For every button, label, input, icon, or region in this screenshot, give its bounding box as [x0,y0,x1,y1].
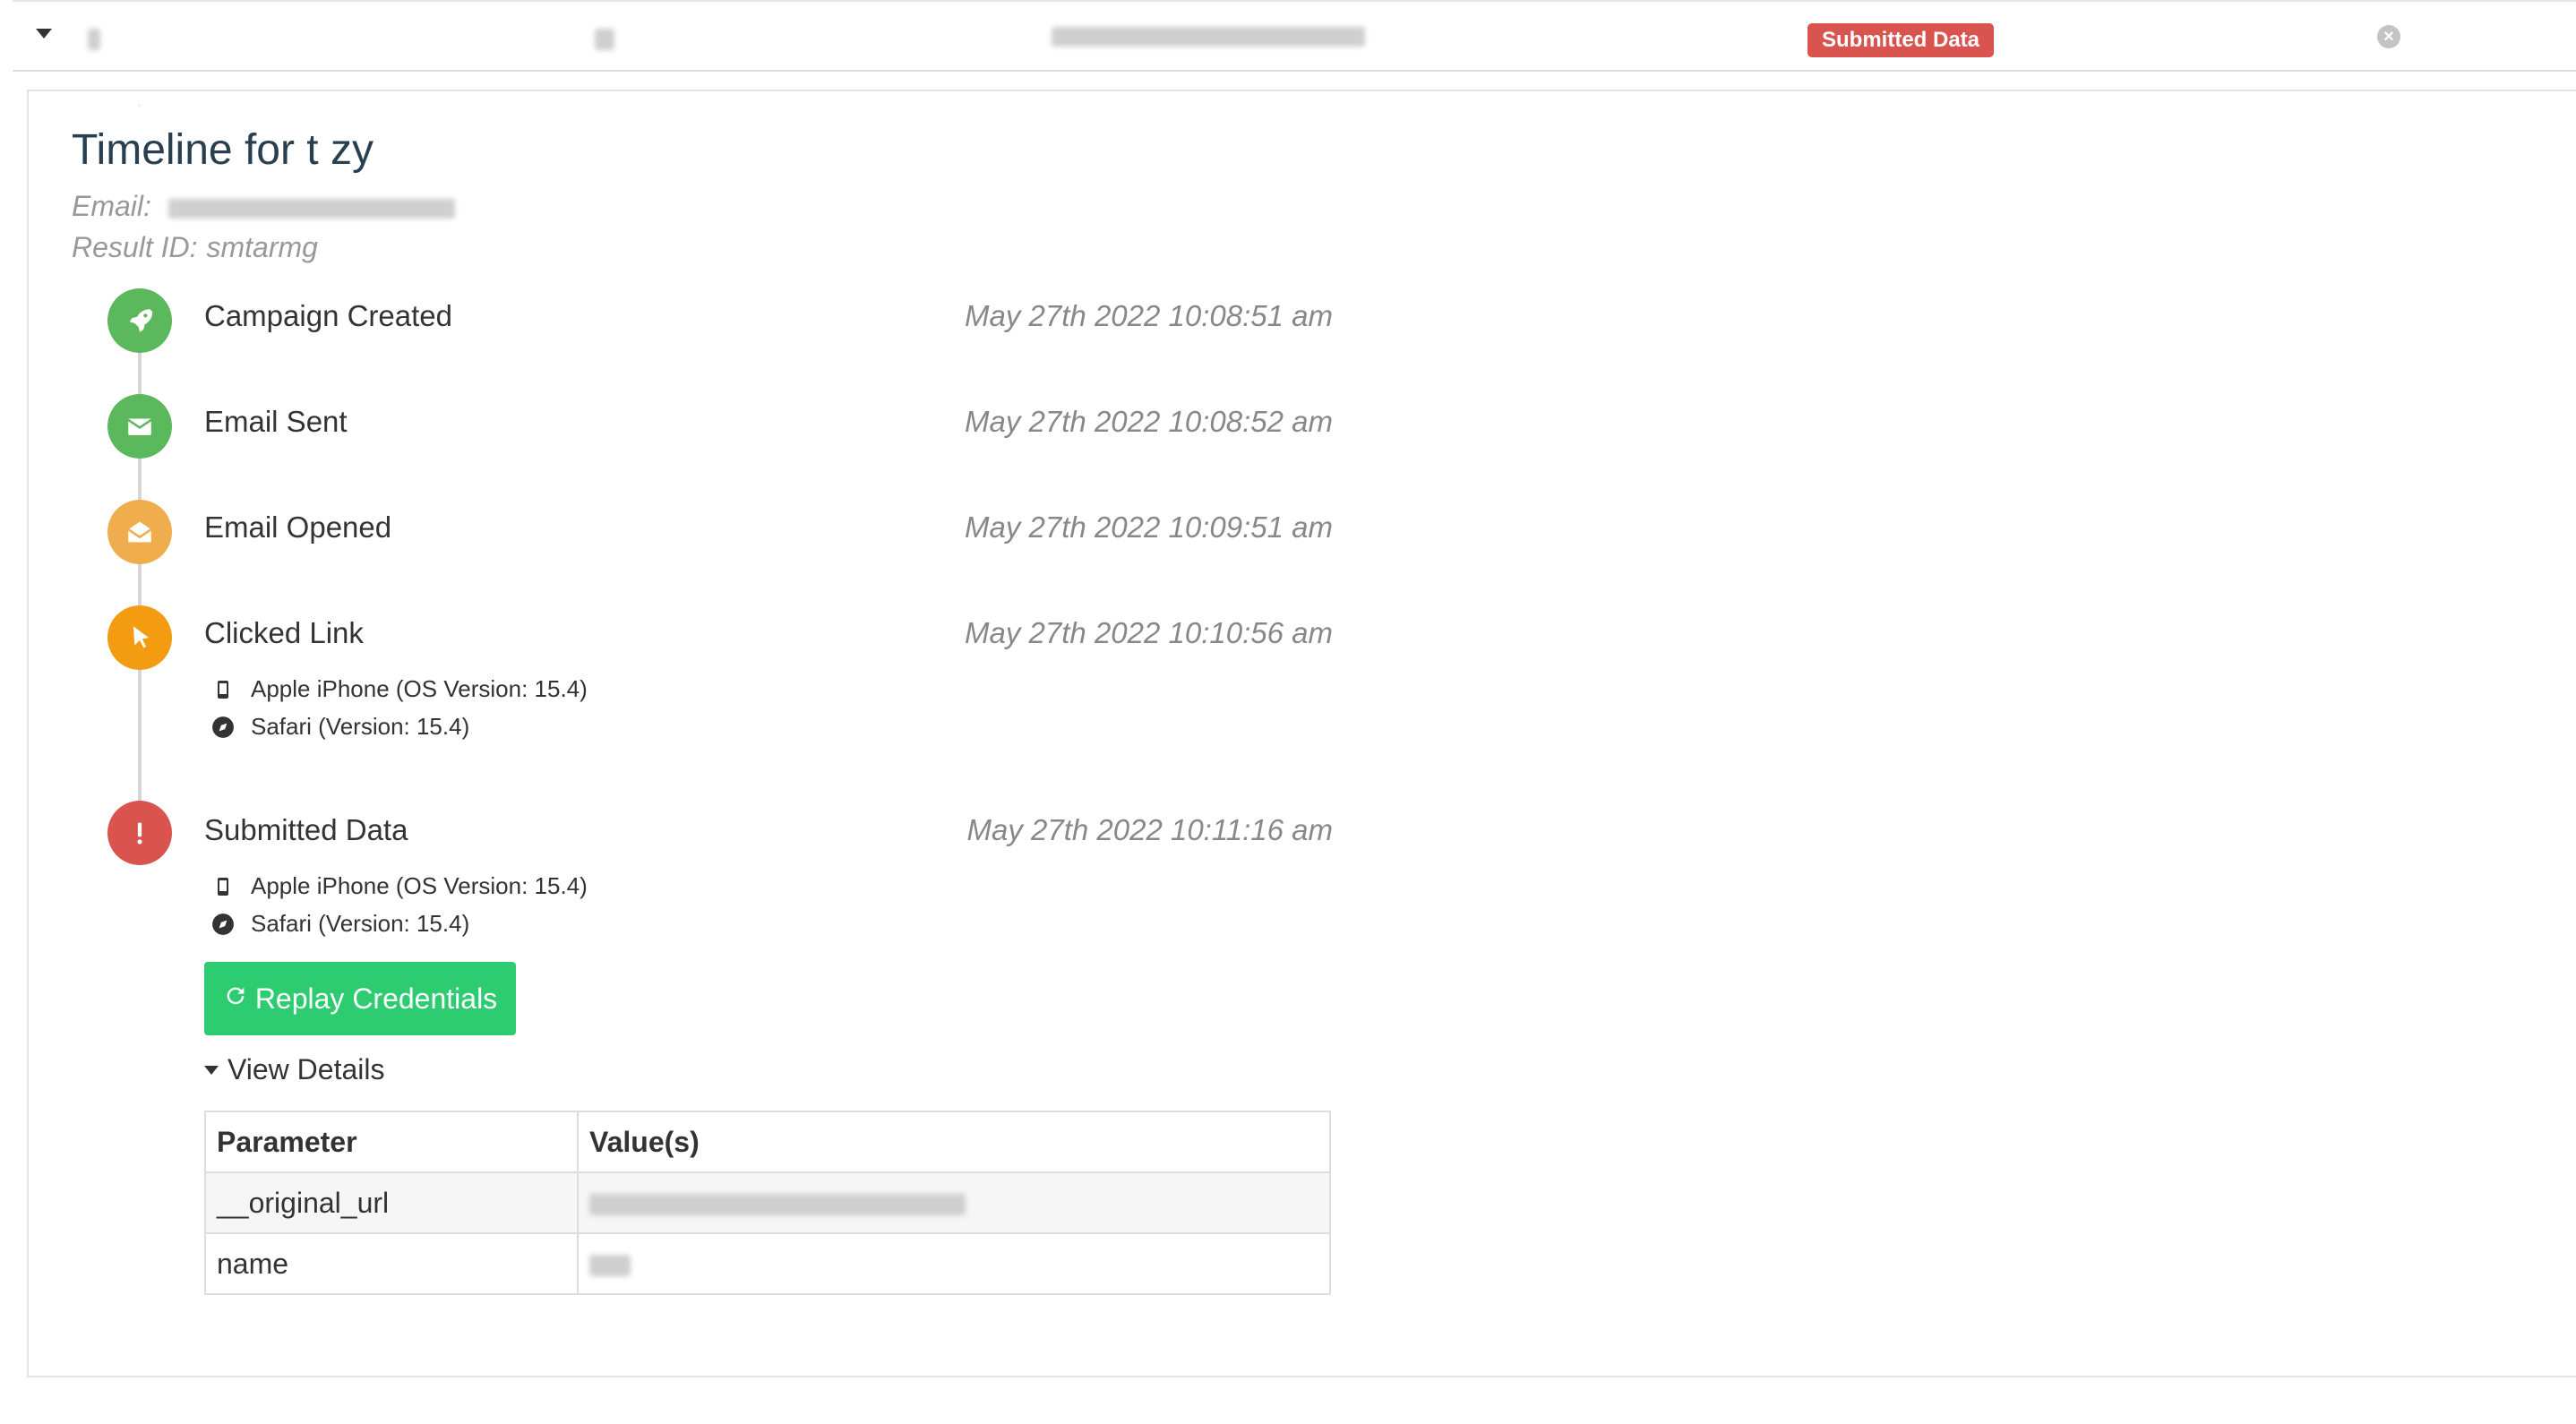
browser-text: Safari (Version: 15.4) [251,910,470,937]
redacted-cell [88,29,100,50]
details-table: Parameter Value(s) __original_url name [204,1111,1331,1295]
replay-credentials-button[interactable]: Replay Credentials [204,962,516,1035]
replay-label: Replay Credentials [254,982,498,1015]
event-date: May 27th 2022 10:08:52 am [965,405,1333,438]
result-id: smtarmg [206,231,318,263]
pointer-icon [107,605,172,670]
table-row: __original_url [204,1171,1331,1234]
mobile-icon [211,678,235,701]
redacted-email [167,198,455,219]
result-meta: Result ID: smtarmg [72,231,318,264]
redacted-value [589,1194,966,1216]
device-text: Apple iPhone (OS Version: 15.4) [251,675,588,702]
redacted-cell [595,29,614,50]
refresh-icon [223,982,248,1016]
email-label: Email: [72,190,151,222]
email-meta: Email: [72,190,455,223]
browser-text: Safari (Version: 15.4) [251,713,470,740]
device-text: Apple iPhone (OS Version: 15.4) [251,872,588,899]
column-header: Parameter [204,1111,579,1173]
result-label: Result ID: [72,231,198,263]
mobile-icon [211,875,235,898]
caret-down-icon [204,1065,219,1075]
close-icon[interactable]: × [2377,25,2400,48]
event-date: May 27th 2022 10:08:51 am [965,299,1333,332]
envelope-icon [107,394,172,459]
compass-icon [211,913,235,936]
status-badge: Submitted Data [1807,23,1995,57]
table-row: name [204,1232,1331,1295]
value-cell [577,1232,1331,1295]
view-details-label: View Details [228,1053,385,1085]
results-table-row[interactable]: Submitted Data × [13,0,2576,72]
view-details-toggle[interactable]: View Details [204,1053,384,1086]
browser-detail: Safari (Version: 15.4) [211,713,469,741]
envelope-open-icon [107,500,172,564]
event-date: May 27th 2022 10:09:51 am [965,510,1333,544]
value-cell [577,1171,1331,1234]
event-title: Submitted Data [204,813,408,846]
exclamation-icon [107,801,172,865]
browser-detail: Safari (Version: 15.4) [211,910,469,938]
event-title: Email Opened [204,510,392,544]
compass-icon [211,716,235,739]
event-date: May 27th 2022 10:10:56 am [965,616,1333,649]
rocket-icon [107,288,172,353]
page-title: Timeline for t zy [72,126,374,174]
event-title: Clicked Link [204,616,364,649]
event-title: Email Sent [204,405,348,438]
param-cell: __original_url [204,1171,579,1234]
redacted-email [1052,27,1365,47]
redacted-value [589,1255,631,1277]
table-header-row: Parameter Value(s) [204,1111,1331,1173]
event-title: Campaign Created [204,299,452,332]
device-detail: Apple iPhone (OS Version: 15.4) [211,872,588,900]
event-date: May 27th 2022 10:11:16 am [966,813,1333,846]
device-detail: Apple iPhone (OS Version: 15.4) [211,675,588,703]
column-header: Value(s) [577,1111,1331,1173]
param-cell: name [204,1232,579,1295]
expand-caret-icon[interactable] [36,29,52,39]
